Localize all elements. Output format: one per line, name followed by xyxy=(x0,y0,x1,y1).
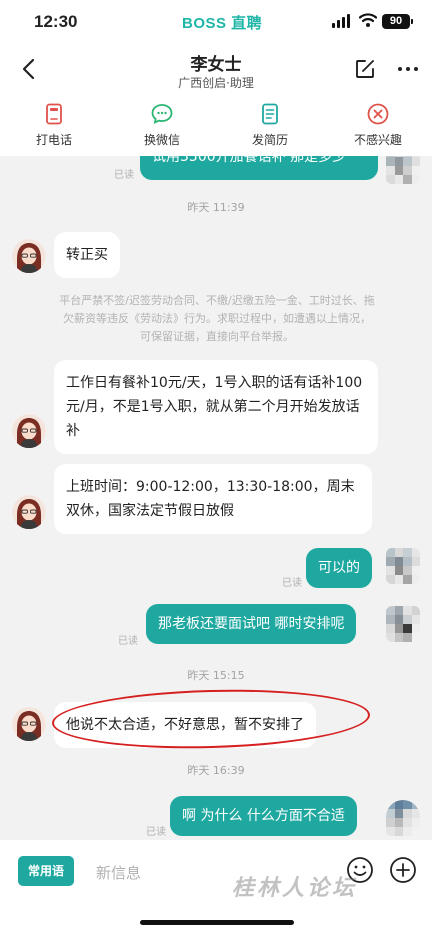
recruiter-avatar xyxy=(12,707,46,741)
read-status: 已读 xyxy=(118,636,138,647)
not-interested-icon xyxy=(367,103,389,125)
user-avatar xyxy=(386,156,420,184)
chat-header: 李女士 广西创启·助理 xyxy=(0,44,432,96)
resume-doc-icon xyxy=(262,103,278,125)
action-send-resume[interactable]: 发简历 xyxy=(216,96,324,156)
action-label: 发简历 xyxy=(251,133,288,147)
edit-icon[interactable] xyxy=(354,58,376,80)
timestamp: 昨天 11:39 xyxy=(187,201,245,214)
message-text: 啊 为什么 什么方面不合适 xyxy=(182,808,345,824)
highlight-circle xyxy=(51,685,371,753)
message-text: 工作日有餐补10元/天，1号入职的话有话补100元/月，不是1号入职，就从第二个… xyxy=(66,375,363,439)
message-bubble-left: 工作日有餐补10元/天，1号入职的话有话补100元/月，不是1号入职，就从第二个… xyxy=(54,360,378,454)
message-bubble-left: 转正买 xyxy=(54,232,120,278)
quick-actions-bar: 打电话 换微信 发简历 不感兴趣 xyxy=(0,96,432,156)
action-label: 换微信 xyxy=(143,133,180,147)
plus-icon[interactable] xyxy=(389,856,417,884)
chat-area[interactable]: 试用3500开加餐话补 那是多少 已读 昨天 11:39 转正买 平台严禁不签/… xyxy=(0,156,432,840)
app-name: BOSS 直聘 xyxy=(182,15,263,32)
action-not-interested[interactable]: 不感兴趣 xyxy=(324,96,432,156)
user-avatar xyxy=(386,606,420,642)
message-bubble-right: 那老板还要面试吧 哪时安排呢 xyxy=(146,604,357,644)
status-bar: 12:30 BOSS 直聘 90 xyxy=(0,0,432,44)
read-status: 已读 xyxy=(114,170,134,181)
more-options-icon[interactable] xyxy=(396,58,420,80)
action-label: 打电话 xyxy=(35,133,72,147)
recruiter-avatar xyxy=(12,414,46,448)
home-indicator[interactable] xyxy=(140,920,294,925)
platform-notice: 平台严禁不签/迟签劳动合同、不缴/迟缴五险一金、工时过长、拖欠薪资等违反《劳动法… xyxy=(59,294,375,343)
user-avatar xyxy=(386,800,420,836)
signal-icon xyxy=(332,14,352,28)
action-wechat[interactable]: 换微信 xyxy=(108,96,216,156)
recruiter-avatar xyxy=(12,239,46,273)
message-bubble-right: 啊 为什么 什么方面不合适 xyxy=(170,796,357,836)
wechat-bubble-icon xyxy=(151,104,173,125)
action-call[interactable]: 打电话 xyxy=(0,96,108,156)
user-avatar xyxy=(386,548,420,584)
message-text: 那老板还要面试吧 哪时安排呢 xyxy=(158,616,345,632)
recruiter-avatar xyxy=(12,495,46,529)
action-label: 不感兴趣 xyxy=(353,133,402,147)
status-time: 12:30 xyxy=(34,12,78,31)
timestamp: 昨天 16:39 xyxy=(187,764,245,777)
battery-indicator: 90 xyxy=(382,14,413,29)
read-status: 已读 xyxy=(146,827,166,838)
read-status: 已读 xyxy=(282,578,302,589)
quick-phrases-button[interactable]: 常用语 xyxy=(18,856,74,886)
timestamp: 昨天 15:15 xyxy=(187,669,245,682)
wifi-icon xyxy=(359,13,377,27)
input-bar: 常用语 新信息 桂林人论坛 xyxy=(0,840,432,934)
message-text: 上班时间：9:00-12:00，13:30-18:00，周末双休，国家法定节假日… xyxy=(66,479,355,519)
phone-card-icon xyxy=(46,103,62,125)
watermark: 桂林人论坛 xyxy=(232,876,358,901)
message-text: 试用3500开加餐话补 那是多少 xyxy=(152,156,347,165)
message-bubble-right: 试用3500开加餐话补 那是多少 xyxy=(140,156,378,180)
message-text: 转正买 xyxy=(66,247,108,263)
message-input[interactable]: 新信息 xyxy=(96,862,141,883)
message-text: 可以的 xyxy=(318,560,360,576)
message-bubble-right: 可以的 xyxy=(306,548,372,588)
message-bubble-left: 上班时间：9:00-12:00，13:30-18:00，周末双休，国家法定节假日… xyxy=(54,464,372,534)
